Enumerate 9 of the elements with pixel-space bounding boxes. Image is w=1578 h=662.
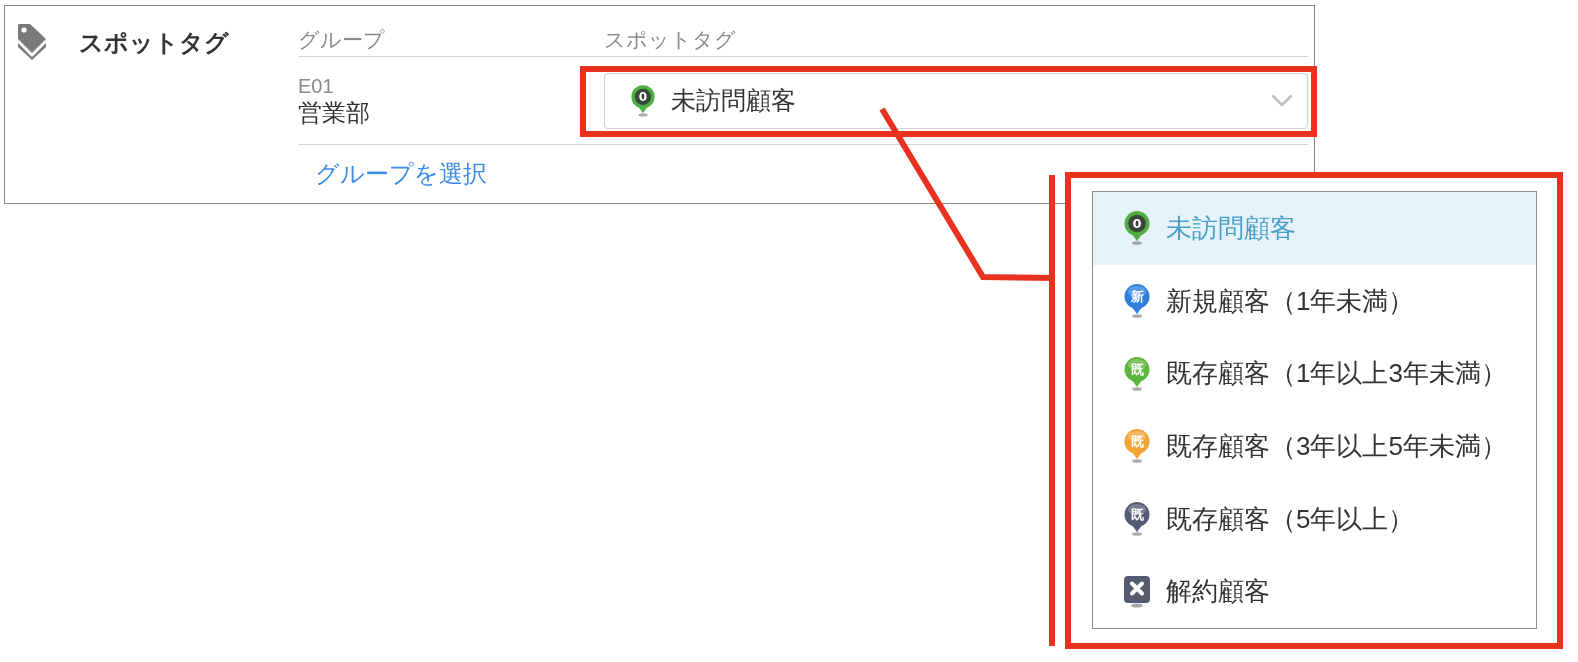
dropdown-option[interactable]: 0 未訪問顧客 [1093, 192, 1536, 265]
group-name: 営業部 [298, 97, 370, 128]
chevron-down-icon [1271, 94, 1293, 107]
tag-icon [17, 23, 48, 60]
section-title: スポットタグ [79, 29, 229, 57]
column-header: グループ [298, 28, 385, 52]
spot-tag-select[interactable]: 0 未訪問顧客 [604, 72, 1308, 129]
column-header: スポットタグ [604, 28, 736, 52]
group-code: E01 [298, 73, 334, 98]
